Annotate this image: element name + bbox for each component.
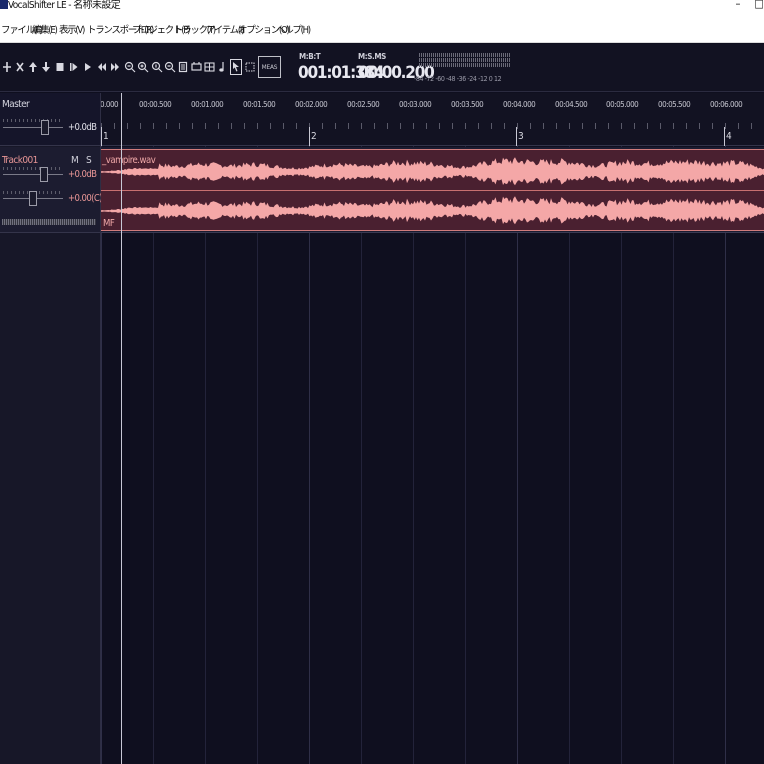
msms-label: M:S.MS (358, 52, 386, 61)
time-tick: 00:03.500 (451, 100, 484, 109)
master-volume-track (3, 127, 63, 128)
mute-button[interactable]: M (71, 155, 79, 166)
maximize-button[interactable]: □ (752, 0, 764, 10)
zoom-out-horizontal-icon[interactable] (137, 57, 149, 79)
master-volume-value: +0.0dB (68, 122, 97, 133)
master-label: Master (2, 99, 30, 110)
master-volume-scale (3, 119, 63, 122)
time-ruler[interactable]: 0.000 00:00.500 00:01.000 00:01.500 00:02.00… (101, 93, 764, 146)
grid-icon[interactable] (204, 57, 216, 79)
time-tick: 0.000 (101, 100, 119, 109)
track-name: Track001 (2, 155, 38, 166)
rewind-icon[interactable] (97, 57, 109, 79)
fast-forward-icon[interactable] (110, 57, 122, 79)
time-tick: 00:05.000 (606, 100, 639, 109)
zoom-in-vertical-icon[interactable] (151, 57, 163, 79)
move-up-icon[interactable] (28, 57, 40, 79)
time-tick: 00:00.500 (139, 100, 172, 109)
play-icon[interactable] (83, 57, 95, 79)
move-down-icon[interactable] (41, 57, 53, 79)
time-tick: 00:04.500 (555, 100, 588, 109)
delete-icon[interactable] (15, 57, 27, 79)
master-volume-slider[interactable] (41, 120, 49, 135)
track-pan-value: +0.00(C) (68, 193, 103, 204)
select-tool-icon[interactable] (230, 57, 242, 79)
minimize-button[interactable]: – (731, 0, 745, 10)
grid-line (153, 146, 154, 764)
stop-icon[interactable] (55, 57, 67, 79)
level-meter-left (419, 53, 511, 57)
app-logo-icon (0, 0, 8, 9)
window-title: VocalShifter LE - 名称未設定 (8, 0, 121, 11)
track-level-meter (2, 219, 96, 225)
clip-divider (101, 190, 764, 191)
timeline-area[interactable]: 0.000 00:00.500 00:01.000 00:01.500 00:02.00… (101, 93, 764, 764)
menu-help[interactable]: ヘルプ(H) (276, 24, 311, 38)
grid-line (309, 146, 310, 764)
metronome-icon[interactable] (217, 57, 229, 79)
zoom-in-horizontal-icon[interactable] (124, 57, 136, 79)
level-meter-peak (419, 63, 511, 67)
measure-number: 2 (311, 131, 317, 142)
grid-line (413, 146, 414, 764)
grid-line (725, 146, 726, 764)
measure-number: 4 (726, 131, 732, 142)
solo-button[interactable]: S (86, 155, 92, 166)
menu-bar: ファイル(F) 編集(E) 表示(V) トランスポート(R) プロジェクト(P)… (0, 19, 764, 43)
meas-toggle-button[interactable]: MEAS (258, 56, 281, 78)
measure-number: 3 (518, 131, 524, 142)
menu-edit[interactable]: 編集(E) (32, 24, 58, 38)
ruler-minor-ticks (101, 123, 764, 129)
track-panel: Master +0.0dB Track001 M S +0.0dB +0.00(… (0, 93, 103, 764)
loop-icon[interactable] (178, 57, 190, 79)
time-tick: 00:03.000 (399, 100, 432, 109)
mbt-label: M:B:T (299, 52, 321, 61)
grid-line (517, 146, 518, 764)
audio-clip[interactable]: _vampire.wav MF (101, 149, 764, 231)
time-tick: 00:06.000 (710, 100, 743, 109)
track-pan-slider[interactable] (29, 191, 37, 206)
grid-line (257, 146, 258, 764)
time-tick: 00:04.000 (503, 100, 536, 109)
level-meter-right (419, 58, 511, 62)
track-volume-value: +0.0dB (68, 169, 97, 180)
snap-icon[interactable] (191, 57, 203, 79)
track-lane[interactable]: _vampire.wav MF (101, 147, 764, 233)
master-track-header: Master +0.0dB (0, 93, 100, 146)
measure-line (309, 127, 310, 146)
level-meter-scale: -84 -72 -60 -48 -36 -24 -12 0 12 (414, 75, 502, 83)
title-bar: VocalShifter LE - 名称未設定 – □ (0, 0, 764, 19)
grid-line (621, 146, 622, 764)
time-tick: 00:02.500 (347, 100, 380, 109)
grid-line (361, 146, 362, 764)
track-volume-track (3, 174, 63, 175)
playback-cursor[interactable] (121, 93, 122, 764)
time-tick: 00:01.500 (243, 100, 276, 109)
measure-line (724, 127, 725, 146)
grid-line (205, 146, 206, 764)
clip-mode-label: MF (103, 218, 115, 229)
grid-line (673, 146, 674, 764)
time-tick: 00:01.000 (191, 100, 224, 109)
time-tick: 00:02.000 (295, 100, 328, 109)
waveform-bottom (101, 196, 764, 225)
measure-line (101, 127, 102, 146)
grid-line (465, 146, 466, 764)
measure-line (516, 127, 517, 146)
track-volume-scale (3, 167, 63, 170)
add-icon[interactable] (2, 57, 14, 79)
grid-line (569, 146, 570, 764)
grid-line (101, 146, 102, 764)
zoom-out-vertical-icon[interactable] (164, 57, 176, 79)
play-from-start-icon[interactable] (69, 57, 81, 79)
track-volume-slider[interactable] (40, 167, 48, 182)
app-window: VocalShifter LE - 名称未設定 – □ ファイル(F) 編集(E… (0, 0, 764, 764)
menu-view[interactable]: 表示(V) (59, 24, 85, 38)
range-tool-icon[interactable] (245, 57, 257, 79)
time-tick: 00:05.500 (658, 100, 691, 109)
measure-number: 1 (103, 131, 109, 142)
waveform-top (101, 157, 764, 186)
